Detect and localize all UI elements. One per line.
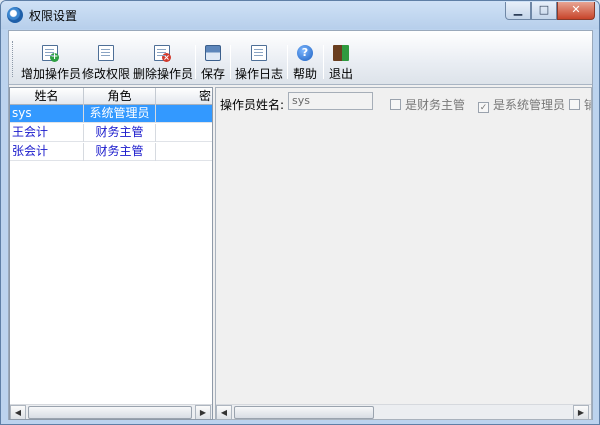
toolbar-separator [287,45,288,79]
detail-vertical-scrollbar[interactable] [580,88,591,419]
table-row[interactable]: 张会计 财务主管 [10,143,212,161]
scroll-thumb[interactable] [28,406,192,419]
add-user-icon: + [42,45,59,62]
operator-name-label: 操作员姓名: [220,98,285,112]
column-header-role[interactable]: 角色 [84,88,156,105]
check-mark-icon[interactable]: ✓ [478,102,489,113]
delete-operator-label: 删除操作员 [133,67,194,81]
edit-permission-icon [98,45,114,61]
checkbox-label: 是财务主管 [405,98,466,112]
help-button[interactable]: ? 帮助 [291,45,319,83]
operation-log-button[interactable]: 操作日志 [234,45,284,83]
grid-header: 姓名 角色 密 [10,88,212,105]
cell-role: 系统管理员 [84,105,156,123]
maximize-button[interactable]: □ [531,2,557,20]
delete-operator-button[interactable]: × 删除操作员 [133,45,194,83]
toolbar-separator [323,45,324,79]
toolbar: + 增加操作员 修改权限 × 删除操作员 保存 操作日志 ? 帮助 退出 [9,31,592,85]
client-area: + 增加操作员 修改权限 × 删除操作员 保存 操作日志 ? 帮助 退出 姓名 … [8,30,593,420]
window-title: 权限设置 [29,9,78,23]
title-bar[interactable]: 权限设置 ▁ □ ✕ [1,1,599,29]
log-icon [251,45,267,61]
operator-name-field[interactable]: sys [288,92,373,110]
help-icon: ? [297,45,313,61]
app-logo-icon [7,7,23,23]
toolbar-grip[interactable] [12,41,15,77]
exit-button[interactable]: 退出 [327,45,355,83]
grid-horizontal-scrollbar[interactable]: ◀ ▶ [10,404,212,419]
edit-permission-label: 修改权限 [82,67,131,81]
edit-permission-button[interactable]: 修改权限 [82,45,130,83]
cell-role: 财务主管 [84,143,156,161]
add-operator-label: 增加操作员 [21,67,82,81]
table-row[interactable]: 王会计 财务主管 [10,124,212,142]
scroll-right-button[interactable]: ▶ [573,405,589,419]
cell-password [156,105,212,123]
help-label: 帮助 [292,67,317,81]
save-icon [205,45,221,61]
checkbox-finance-supervisor[interactable]: 是财务主管 [390,96,465,113]
cell-password [156,143,212,161]
minimize-button[interactable]: ▁ [505,2,531,20]
exit-label: 退出 [328,67,353,81]
cell-name: 王会计 [10,124,84,142]
permission-settings-window: 权限设置 ▁ □ ✕ + 增加操作员 修改权限 × 删除操作员 保存 操作日志 … [0,0,600,425]
checkbox-system-admin[interactable]: ✓ 是系统管理员 [478,96,565,113]
operation-log-label: 操作日志 [234,67,283,81]
scroll-left-button[interactable]: ◀ [10,405,26,419]
cell-name: 张会计 [10,143,84,161]
detail-horizontal-scrollbar[interactable]: ◀ ▶ [216,404,591,419]
toolbar-separator [195,45,196,79]
checkbox-box[interactable] [390,99,401,110]
exit-icon [333,45,349,61]
save-button[interactable]: 保存 [199,45,227,83]
table-row[interactable]: sys 系统管理员 [10,105,212,123]
operator-grid: 姓名 角色 密 sys 系统管理员 王会计 财务主管 张会计 财务主管 ◀ ▶ [9,87,213,420]
close-button[interactable]: ✕ [557,2,595,20]
cell-password [156,124,212,142]
scroll-thumb[interactable] [234,406,374,419]
operator-detail-panel: 操作员姓名: sys 是财务主管 ✓是系统管理员 铺 ◀ ▶ [215,87,592,420]
checkbox-label: 是系统管理员 [493,98,566,112]
column-header-password[interactable]: 密 [156,88,212,105]
cell-name: sys [10,105,84,123]
column-header-name[interactable]: 姓名 [10,88,84,105]
toolbar-separator [230,45,231,79]
delete-user-icon: × [154,45,171,62]
save-label: 保存 [200,67,225,81]
cell-role: 财务主管 [84,124,156,142]
scroll-left-button[interactable]: ◀ [216,405,232,419]
checkbox-box[interactable] [569,99,580,110]
scroll-right-button[interactable]: ▶ [195,405,211,419]
add-operator-button[interactable]: + 增加操作员 [21,45,82,83]
